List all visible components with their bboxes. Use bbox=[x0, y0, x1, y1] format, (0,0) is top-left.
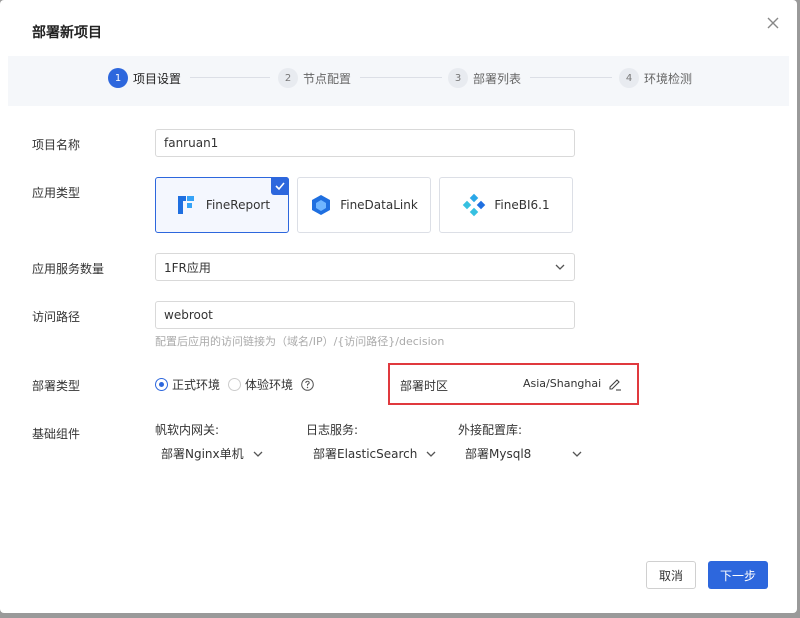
step-env-check: 4 环境检测 bbox=[619, 68, 692, 88]
stepper: 1 项目设置 2 节点配置 3 部署列表 4 环境检测 bbox=[8, 56, 789, 106]
app-name: FineDataLink bbox=[340, 198, 418, 212]
step-project-settings: 1 项目设置 bbox=[108, 68, 181, 88]
step-number: 3 bbox=[448, 68, 468, 88]
app-type-label: 应用类型 bbox=[32, 186, 81, 200]
service-count-select[interactable]: 1FR应用 bbox=[155, 253, 575, 281]
app-name: FineBI6.1 bbox=[494, 198, 550, 212]
step-number: 1 bbox=[108, 68, 128, 88]
step-number: 2 bbox=[278, 68, 298, 88]
gateway-value: 部署Nginx单机 bbox=[161, 447, 244, 461]
finedatalink-icon bbox=[312, 195, 331, 215]
log-service-value: 部署ElasticSearch bbox=[313, 447, 418, 461]
finebi-icon bbox=[463, 193, 486, 217]
config-db-select[interactable]: 部署Mysql8 bbox=[465, 445, 583, 462]
deploy-dialog: 部署新项目 1 项目设置 2 节点配置 3 部署列表 4 环境检测 项目名称 f… bbox=[0, 0, 797, 613]
step-deploy-list: 3 部署列表 bbox=[448, 68, 521, 88]
gateway-label: 帆软内网关: bbox=[155, 423, 220, 437]
access-path-label: 访问路径 bbox=[32, 310, 81, 324]
step-connector bbox=[190, 77, 270, 78]
chevron-down-icon bbox=[426, 451, 436, 457]
radio-production[interactable]: 正式环境 bbox=[155, 376, 220, 393]
app-card-finereport[interactable]: FineReport bbox=[155, 177, 289, 233]
check-icon bbox=[271, 177, 289, 195]
chevron-down-icon bbox=[555, 264, 565, 270]
app-card-finebi[interactable]: FineBI6.1 bbox=[439, 177, 573, 233]
radio-circle bbox=[228, 378, 242, 391]
components-label: 基础组件 bbox=[32, 427, 81, 441]
timezone-value: Asia/Shanghai bbox=[523, 377, 602, 390]
access-path-value: webroot bbox=[164, 308, 213, 322]
cancel-button[interactable]: 取消 bbox=[646, 561, 696, 589]
next-button[interactable]: 下一步 bbox=[708, 561, 768, 589]
log-service-label: 日志服务: bbox=[306, 423, 359, 437]
radio-circle bbox=[155, 378, 168, 391]
service-count-value: 1FR应用 bbox=[164, 260, 211, 275]
app-name: FineReport bbox=[205, 198, 271, 212]
close-icon[interactable] bbox=[764, 14, 782, 32]
chevron-down-icon bbox=[572, 451, 582, 457]
access-path-input[interactable]: webroot bbox=[155, 301, 575, 329]
timezone-highlight: 部署时区 Asia/Shanghai bbox=[388, 363, 639, 405]
edit-icon[interactable] bbox=[607, 376, 622, 391]
step-connector bbox=[530, 77, 612, 78]
service-count-label: 应用服务数量 bbox=[32, 262, 105, 276]
step-node-config: 2 节点配置 bbox=[278, 68, 351, 88]
config-db-value: 部署Mysql8 bbox=[465, 447, 532, 461]
step-label: 项目设置 bbox=[133, 71, 182, 86]
project-name-input[interactable]: fanruan1 bbox=[155, 129, 575, 157]
project-name-value: fanruan1 bbox=[164, 136, 219, 150]
deploy-type-group: 正式环境 体验环境 bbox=[155, 376, 314, 393]
step-label: 节点配置 bbox=[303, 71, 352, 86]
radio-label: 体验环境 bbox=[245, 378, 294, 392]
timezone-label: 部署时区 bbox=[400, 379, 449, 393]
log-service-select[interactable]: 部署ElasticSearch bbox=[313, 445, 437, 462]
access-path-hint: 配置后应用的访问链接为（域名/IP）/{访问路径}/decision bbox=[155, 335, 445, 348]
app-card-finedatalink[interactable]: FineDataLink bbox=[297, 177, 431, 233]
radio-label: 正式环境 bbox=[172, 378, 221, 392]
step-connector bbox=[360, 77, 442, 78]
step-label: 部署列表 bbox=[473, 71, 522, 86]
step-label: 环境检测 bbox=[644, 71, 693, 86]
finereport-icon bbox=[177, 196, 194, 214]
config-db-label: 外接配置库: bbox=[458, 423, 523, 437]
project-name-label: 项目名称 bbox=[32, 138, 81, 152]
step-number: 4 bbox=[619, 68, 639, 88]
radio-trial[interactable]: 体验环境 bbox=[228, 376, 293, 393]
gateway-select[interactable]: 部署Nginx单机 bbox=[161, 445, 264, 462]
dialog-title: 部署新项目 bbox=[32, 25, 102, 41]
help-icon[interactable] bbox=[301, 378, 314, 391]
chevron-down-icon bbox=[253, 451, 263, 457]
deploy-type-label: 部署类型 bbox=[32, 379, 81, 393]
